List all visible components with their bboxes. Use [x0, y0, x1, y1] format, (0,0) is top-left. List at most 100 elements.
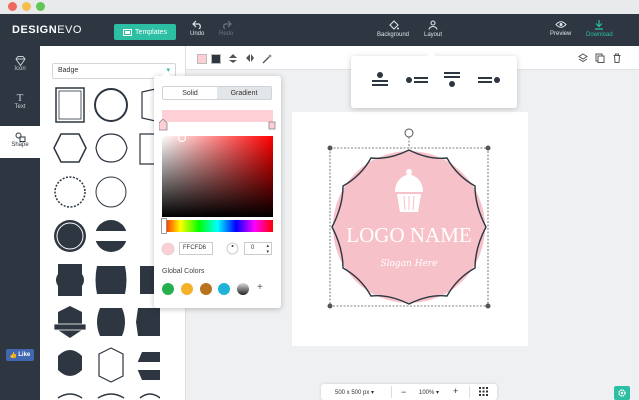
badge-shape[interactable]	[53, 133, 87, 163]
chevron-down-icon: ▾	[436, 390, 440, 396]
hue-slider-handle[interactable]	[161, 218, 167, 234]
person-layout-icon	[428, 20, 438, 30]
rail-item-text[interactable]: T Text	[0, 92, 40, 120]
badge-shape[interactable]	[136, 352, 160, 380]
layout-icon-below[interactable]	[444, 72, 460, 87]
badge-shape[interactable]	[54, 176, 86, 208]
badge-shape[interactable]	[57, 393, 83, 399]
badge-shape[interactable]	[95, 220, 127, 252]
badge-shape[interactable]	[95, 133, 128, 163]
current-color-dot	[161, 242, 175, 256]
slogan-text[interactable]: Slogan Here	[380, 259, 437, 269]
opacity-icon	[226, 242, 239, 255]
settings-button[interactable]	[614, 386, 630, 400]
badge-shape-grid	[53, 87, 160, 399]
tool-rail: Icon T Text Shape	[0, 46, 40, 400]
zoom-out-button[interactable]: −	[401, 387, 406, 397]
tab-solid[interactable]: Solid	[163, 87, 217, 99]
badge-shape[interactable]	[95, 176, 127, 208]
layout-icon-right[interactable]	[478, 77, 500, 83]
global-color-swatch-yellow[interactable]	[181, 283, 193, 295]
top-bar	[0, 14, 639, 46]
eye-icon	[554, 21, 567, 28]
layout-button[interactable]: Layout	[424, 20, 442, 38]
resize-handle[interactable]	[485, 303, 491, 309]
global-color-swatch-cyan[interactable]	[218, 283, 230, 295]
zoom-in-button[interactable]: +	[453, 386, 458, 396]
badge-shape[interactable]	[94, 88, 128, 122]
flip-horizontal-icon[interactable]	[245, 53, 255, 64]
rail-item-icon[interactable]: Icon	[0, 56, 40, 84]
shapes-icon	[15, 132, 25, 142]
opacity-stepper[interactable]: 0 ▴ ▾	[244, 242, 272, 255]
stroke-color-swatch[interactable]	[211, 54, 221, 64]
badge-shape[interactable]	[97, 393, 125, 399]
flip-vertical-icon[interactable]	[228, 53, 238, 64]
resize-handle[interactable]	[327, 303, 333, 309]
badge-shape[interactable]	[53, 306, 87, 338]
badge-shape[interactable]	[98, 347, 124, 383]
stepper-arrows-icon[interactable]: ▴ ▾	[266, 243, 269, 255]
layout-options	[372, 72, 500, 87]
chevron-down-icon: ▾	[371, 390, 375, 396]
download-icon	[595, 20, 604, 30]
fill-color-swatch[interactable]	[197, 54, 207, 64]
gradient-stops	[159, 119, 276, 131]
badge-shape[interactable]	[54, 220, 86, 252]
rotate-handle[interactable]	[404, 128, 414, 138]
text-icon: T	[16, 92, 24, 104]
thumbs-up-icon: 👍	[9, 352, 18, 359]
diamond-icon	[14, 56, 26, 66]
minimize-window-button[interactable]	[22, 2, 31, 11]
global-color-swatch-brown[interactable]	[200, 283, 212, 295]
gear-icon	[618, 389, 626, 397]
redo-icon	[222, 20, 232, 29]
logo-name-text[interactable]: LOGO NAME	[346, 223, 471, 247]
picker-tabs: Solid Gradient	[162, 86, 272, 100]
preview-button[interactable]: Preview	[550, 20, 571, 37]
gradient-stop-handle[interactable]	[268, 121, 276, 130]
download-button[interactable]: Download	[586, 20, 613, 38]
saturation-value-picker[interactable]	[162, 136, 273, 217]
undo-icon	[191, 20, 201, 29]
rail-item-shape[interactable]: Shape	[0, 126, 40, 158]
hue-slider[interactable]	[162, 220, 273, 232]
badge-shape[interactable]	[136, 308, 160, 336]
resize-handle[interactable]	[485, 145, 491, 151]
layout-icon-left[interactable]	[406, 77, 428, 83]
layers-icon[interactable]	[578, 53, 588, 63]
facebook-like-button[interactable]: 👍 Like	[6, 349, 34, 361]
global-color-swatch-gray[interactable]	[237, 283, 249, 295]
zoom-select[interactable]: 100% ▾	[419, 389, 439, 396]
magic-wand-icon[interactable]	[262, 53, 273, 64]
layout-icon-above[interactable]	[372, 72, 388, 86]
tab-gradient[interactable]: Gradient	[217, 87, 271, 99]
hex-input[interactable]: FFCFD6	[179, 242, 213, 255]
global-color-swatch-green[interactable]	[162, 283, 174, 295]
badge-shape[interactable]	[139, 393, 160, 399]
background-button[interactable]: Background	[377, 20, 409, 38]
resize-handle[interactable]	[327, 145, 333, 151]
add-global-color-button[interactable]: +	[257, 282, 263, 293]
duplicate-icon[interactable]	[595, 53, 605, 63]
layout-popup-arrow	[426, 51, 436, 57]
badge-shape[interactable]	[56, 264, 84, 296]
redo-button[interactable]: Redo	[219, 20, 233, 37]
grid-icon[interactable]	[479, 387, 488, 396]
badge-shape[interactable]	[95, 266, 127, 294]
badge-shape[interactable]	[58, 350, 82, 376]
canvas-bottom-bar: 500 x 500 px ▾ − 100% ▾ +	[321, 384, 497, 400]
maximize-window-button[interactable]	[36, 2, 45, 11]
gradient-stop-handle[interactable]	[159, 119, 168, 131]
close-window-button[interactable]	[8, 2, 17, 11]
undo-button[interactable]: Undo	[190, 20, 204, 37]
global-colors-label: Global Colors	[162, 268, 205, 275]
logo-design[interactable]: LOGO NAME Slogan Here	[325, 124, 495, 310]
canvas-size-select[interactable]: 500 x 500 px ▾	[335, 389, 374, 396]
templates-button[interactable]: Templates	[114, 24, 176, 40]
templates-icon	[123, 28, 133, 36]
sv-cursor[interactable]	[176, 132, 188, 144]
badge-shape[interactable]	[97, 308, 125, 336]
trash-icon[interactable]	[612, 53, 622, 63]
badge-shape[interactable]	[55, 87, 85, 123]
